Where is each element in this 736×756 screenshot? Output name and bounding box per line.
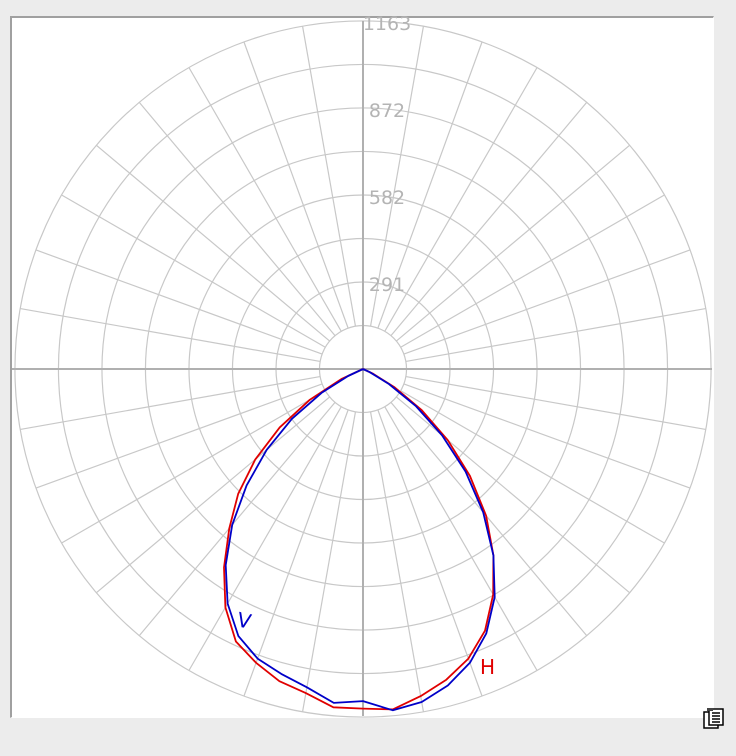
grid-spoke (35, 383, 323, 489)
grid-spoke (390, 401, 588, 636)
ring-label: 291 (369, 274, 405, 296)
copy-to-clipboard-icon[interactable] (700, 706, 726, 732)
grid-spoke (400, 390, 665, 544)
grid-spoke (369, 411, 425, 712)
grid-spoke (96, 396, 331, 594)
grid-spoke (384, 67, 538, 332)
grid-spoke (403, 249, 691, 355)
grid-spoke (243, 41, 349, 329)
grid-spoke (405, 307, 706, 363)
grid-spoke (20, 375, 321, 431)
grid-spoke (188, 67, 342, 332)
grid-spoke (138, 401, 336, 636)
series-label-h: H (480, 655, 495, 679)
grid-spoke (395, 396, 630, 594)
grid-spoke (403, 383, 691, 489)
grid-spoke (377, 409, 483, 697)
series-label-v: V (235, 607, 254, 633)
grid-spoke (96, 144, 331, 342)
grid-spoke (20, 307, 321, 363)
polar-chart: 291 582 872 1163 H V (12, 13, 712, 718)
grid-spoke (61, 390, 326, 544)
grid-spoke (35, 249, 323, 355)
grid-spoke (405, 375, 706, 431)
grid-spoke (384, 406, 538, 671)
grid-spoke (400, 194, 665, 348)
grid-spoke (390, 102, 588, 337)
grid-spoke (138, 102, 336, 337)
ring-label: 872 (369, 100, 405, 122)
grid-spoke (395, 144, 630, 342)
grid-spoke (301, 26, 357, 327)
grid-spoke (301, 411, 357, 712)
ring-label: 582 (369, 187, 405, 209)
ring-label: 1163 (363, 13, 411, 35)
grid-spoke (61, 194, 326, 348)
